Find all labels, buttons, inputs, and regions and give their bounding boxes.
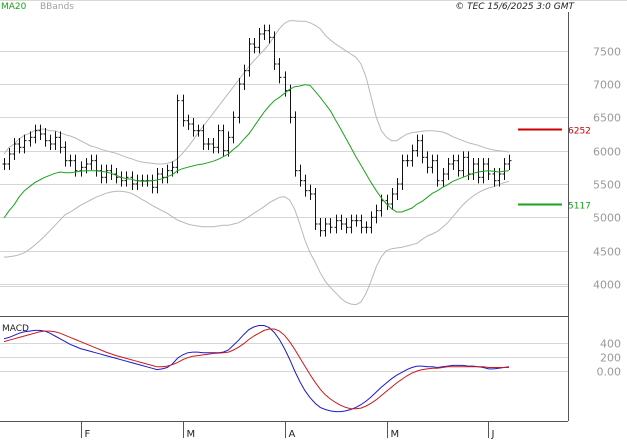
price-tick-label: 6500: [593, 112, 621, 125]
macd-lines: [3, 325, 509, 413]
x-axis: FMAMJ: [81, 421, 495, 440]
legend-bbands: BBands: [40, 2, 74, 12]
price-panel: 6252 5117 7500 7000 6500 6000 5500 5000 4500 400…: [0, 20, 621, 306]
price-tick-label: 5500: [593, 179, 621, 192]
chart-root: MA20 BBands © TEC 15/6/2025 3:0 GMT 6252…: [0, 0, 627, 440]
macd-tick-label: 0.00: [597, 366, 622, 379]
legend-ma20: MA20: [1, 2, 27, 12]
price-tick-label: 6000: [593, 146, 621, 159]
macd-tick-label: 400: [600, 338, 621, 351]
price-grid: [0, 51, 568, 287]
price-tick-label: 7000: [593, 79, 621, 92]
price-axis: 7500 7000 6500 6000 5500 5000 4500 4000: [593, 46, 621, 292]
macd-title: MACD: [2, 324, 29, 334]
price-tick-label: 5000: [593, 212, 621, 225]
x-tick-label: M: [187, 429, 196, 440]
bollinger-bands: [3, 20, 510, 306]
macd-panel: MACD 4002000.00: [0, 324, 622, 413]
chart-svg: MA20 BBands © TEC 15/6/2025 3:0 GMT 6252…: [0, 0, 627, 440]
chart-legend: MA20 BBands © TEC 15/6/2025 3:0 GMT: [0, 0, 627, 12]
price-tick-label: 4500: [593, 246, 621, 259]
price-tick-label: 4000: [593, 279, 621, 292]
macd-tick-label: 200: [600, 352, 621, 365]
copyright-text: © TEC 15/6/2025 3:0 GMT: [455, 2, 575, 12]
macd-series-signal: [3, 328, 509, 410]
upper-band-line: [3, 20, 509, 165]
macd-axis: 4002000.00: [597, 338, 622, 379]
price-levels: 6252 5117: [518, 127, 591, 212]
x-tick-label: F: [85, 429, 91, 440]
level-label: 5117: [568, 202, 591, 212]
price-tick-label: 7500: [593, 46, 621, 59]
x-tick-label: J: [491, 429, 495, 440]
level-label: 6252: [568, 127, 591, 137]
x-tick-label: M: [391, 429, 400, 440]
x-tick-label: A: [289, 429, 296, 440]
